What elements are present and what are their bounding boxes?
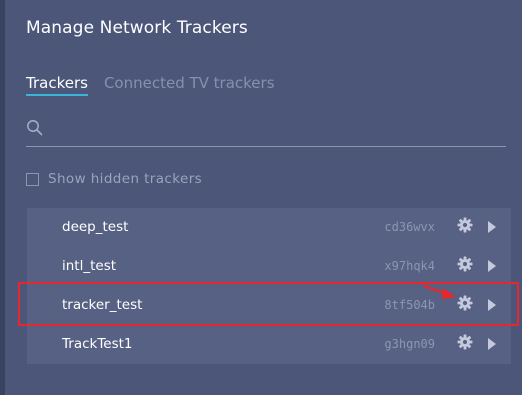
tracker-name: deep_test — [62, 219, 129, 235]
tracker-id: g3hgn09 — [384, 337, 435, 351]
gear-icon[interactable] — [457, 295, 473, 311]
dialog-title: Manage Network Trackers — [26, 18, 248, 38]
manage-trackers-panel: Manage Network Trackers Trackers Connect… — [0, 0, 522, 395]
tracker-id: cd36wvx — [384, 220, 435, 234]
gear-icon[interactable] — [457, 217, 473, 233]
show-hidden-checkbox[interactable] — [26, 172, 39, 186]
tracker-name: intl_test — [62, 258, 117, 274]
search-icon — [27, 120, 43, 136]
tab-bar: Trackers Connected TV trackers — [26, 74, 275, 96]
search-input[interactable] — [52, 115, 496, 143]
tracker-id: 8tf504b — [384, 298, 435, 312]
tracker-row-tracktest1[interactable]: TrackTest1 g3hgn09 — [27, 325, 511, 364]
tracker-name: tracker_test — [62, 297, 143, 313]
tracker-id: x97hqk4 — [384, 259, 435, 273]
tracker-list: deep_test cd36wvx intl_test x97hqk4 trac… — [27, 208, 511, 364]
show-hidden-label: Show hidden trackers — [48, 171, 203, 187]
tracker-row-intl-test[interactable]: intl_test x97hqk4 — [27, 247, 511, 286]
tracker-row-deep-test[interactable]: deep_test cd36wvx — [27, 208, 511, 247]
chevron-right-icon[interactable] — [488, 221, 496, 233]
chevron-right-icon[interactable] — [488, 338, 496, 350]
search-box — [26, 111, 506, 147]
chevron-right-icon[interactable] — [488, 260, 496, 272]
tab-trackers[interactable]: Trackers — [26, 74, 88, 96]
tracker-name: TrackTest1 — [62, 336, 133, 352]
chevron-right-icon[interactable] — [488, 299, 496, 311]
gear-icon[interactable] — [457, 334, 473, 350]
tracker-row-tracker-test[interactable]: tracker_test 8tf504b — [27, 286, 511, 325]
tab-connected-tv-trackers[interactable]: Connected TV trackers — [104, 74, 275, 96]
gear-icon[interactable] — [457, 256, 473, 272]
show-hidden-trackers-toggle[interactable]: Show hidden trackers — [26, 171, 202, 187]
